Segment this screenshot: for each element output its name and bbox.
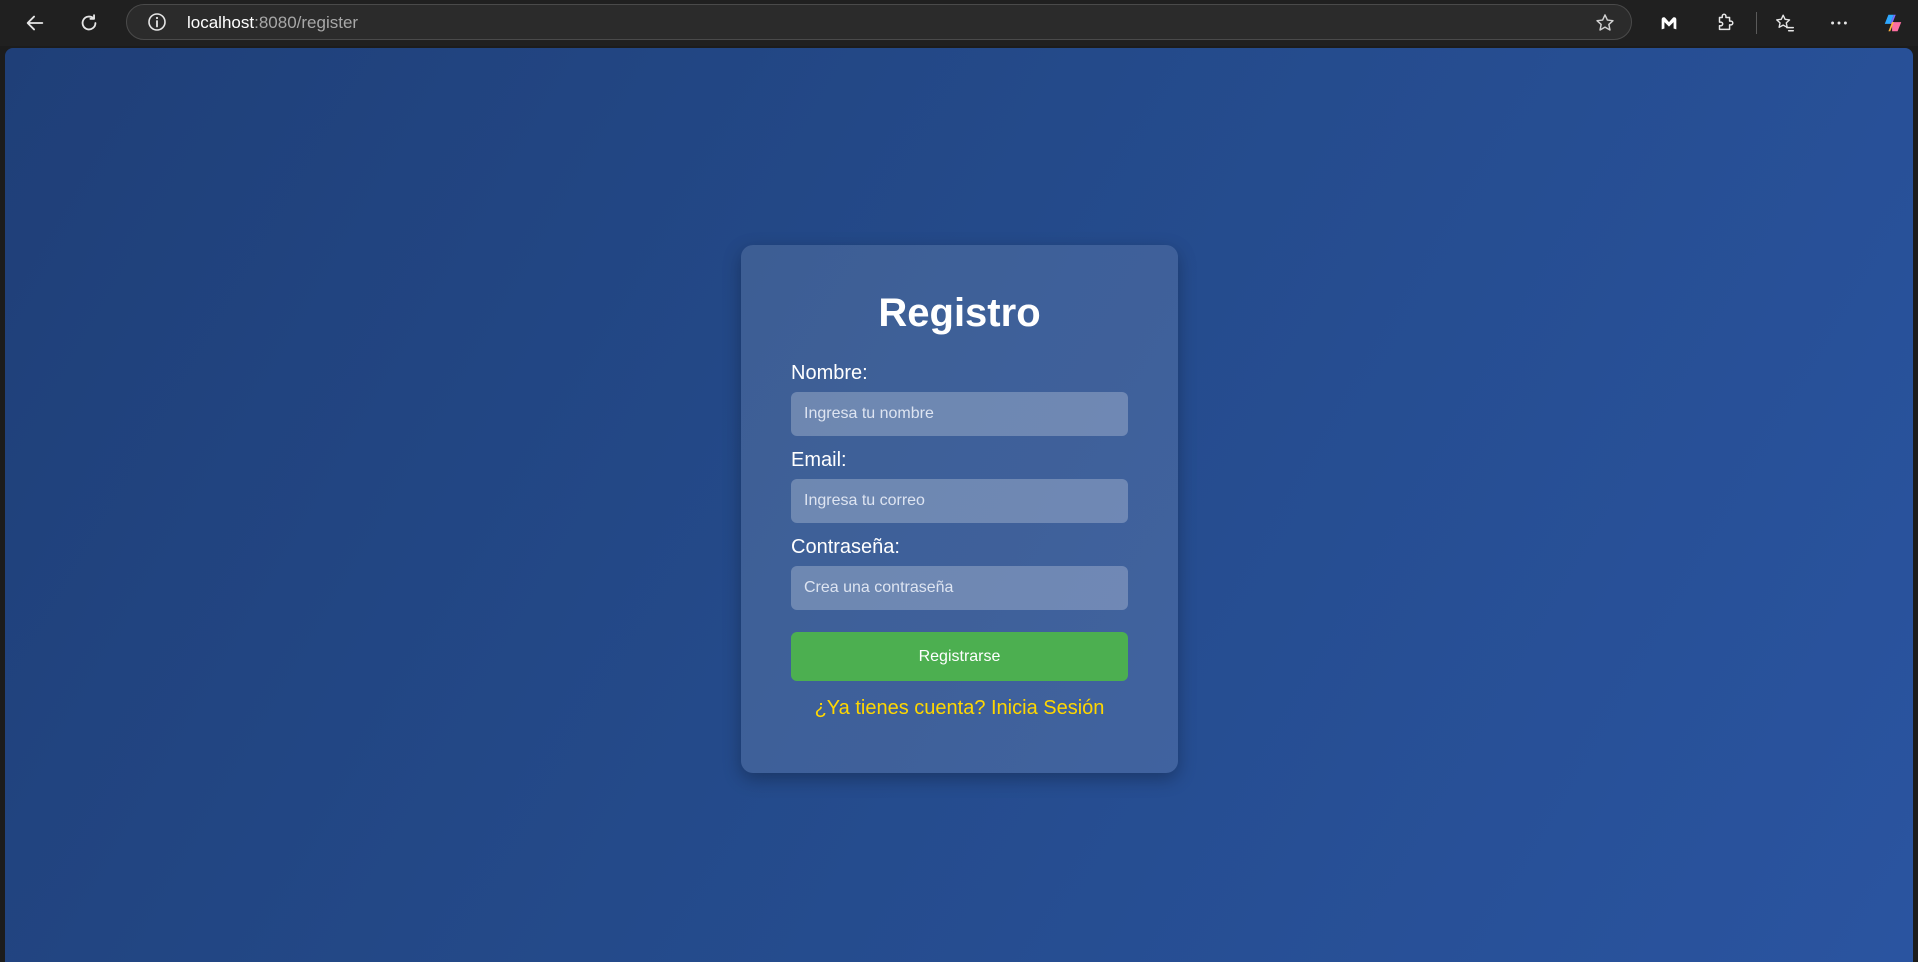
password-input[interactable]: [791, 566, 1128, 610]
favorites-button[interactable]: [1768, 6, 1802, 40]
extensions-button[interactable]: [1708, 6, 1742, 40]
register-button[interactable]: Registrarse: [791, 632, 1128, 681]
page-viewport: Registro Nombre: Email: Contraseña: Regi…: [5, 48, 1913, 962]
star-icon: [1596, 14, 1614, 31]
favorite-button[interactable]: [1593, 11, 1617, 35]
page-title: Registro: [878, 291, 1041, 335]
site-info-button[interactable]: [147, 12, 167, 32]
more-options-button[interactable]: [1822, 6, 1856, 40]
back-button[interactable]: [18, 6, 52, 40]
malwarebytes-extension-button[interactable]: [1652, 6, 1686, 40]
login-link[interactable]: ¿Ya tienes cuenta? Inicia Sesión: [741, 696, 1178, 720]
email-input[interactable]: [791, 479, 1128, 523]
copilot-icon: [1884, 14, 1902, 32]
url-text[interactable]: localhost:8080/register: [187, 13, 358, 33]
address-bar[interactable]: localhost:8080/register: [126, 4, 1632, 40]
toolbar-divider: [1756, 12, 1757, 34]
more-icon: [1831, 21, 1847, 25]
favorites-icon: [1776, 14, 1794, 32]
refresh-icon: [81, 14, 97, 31]
info-icon: [148, 13, 166, 31]
url-host: localhost: [187, 13, 255, 32]
email-label: Email:: [791, 449, 847, 471]
name-input[interactable]: [791, 392, 1128, 436]
extensions-icon: [1718, 13, 1734, 31]
browser-toolbar: localhost:8080/register: [0, 0, 1918, 46]
register-card: Registro Nombre: Email: Contraseña: Regi…: [741, 245, 1178, 773]
password-label: Contraseña:: [791, 536, 900, 558]
name-label: Nombre:: [791, 362, 868, 384]
malwarebytes-icon: [1661, 17, 1677, 30]
copilot-button[interactable]: [1876, 6, 1910, 40]
url-path: :8080/register: [254, 13, 359, 32]
back-arrow-icon: [26, 15, 44, 31]
refresh-button[interactable]: [72, 6, 106, 40]
